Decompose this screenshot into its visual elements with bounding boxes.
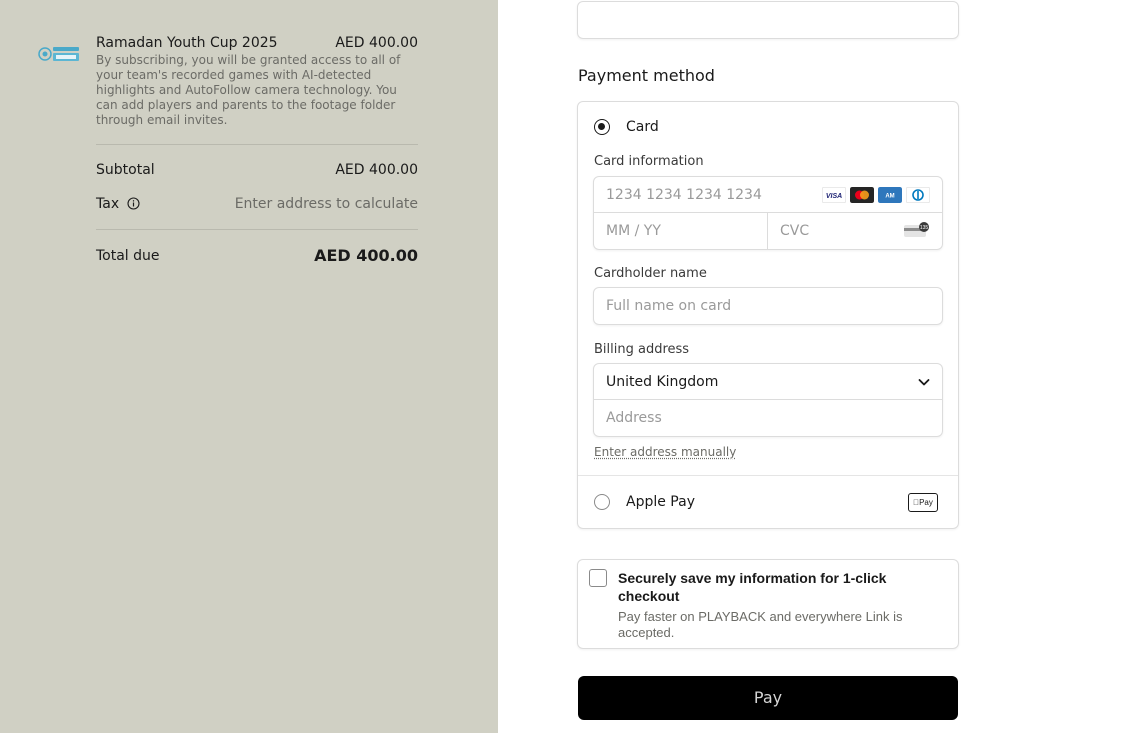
card-number-placeholder: 1234 1234 1234 1234: [606, 187, 762, 203]
address-input[interactable]: Address: [594, 400, 942, 436]
total-label: Total due: [96, 248, 160, 264]
tax-row: Tax: [96, 196, 140, 212]
info-icon[interactable]: [127, 197, 140, 210]
visa-icon: VISA: [822, 187, 846, 203]
amex-icon: AM: [878, 187, 902, 203]
cardholder-placeholder: Full name on card: [606, 298, 732, 314]
expiry-placeholder: MM / YY: [606, 223, 661, 239]
billing-address-group: United Kingdom Address: [593, 363, 943, 437]
save-info-subtitle: Pay faster on PLAYBACK and everywhere Li…: [618, 609, 903, 640]
diners-icon: [906, 187, 930, 203]
product-price: AED 400.00: [335, 35, 418, 51]
subtotal-label: Subtotal: [96, 162, 155, 178]
svg-text:AM: AM: [885, 194, 894, 200]
card-option-label[interactable]: Card: [626, 119, 659, 135]
top-input-field[interactable]: [577, 1, 959, 39]
enter-address-manually-link[interactable]: Enter address manually: [594, 445, 736, 459]
cvc-card-icon: 135: [904, 222, 929, 237]
product-name: Ramadan Youth Cup 2025: [96, 35, 278, 51]
svg-text:135: 135: [920, 225, 929, 231]
tax-label: Tax: [96, 196, 120, 212]
total-divider: [96, 229, 418, 230]
pay-button[interactable]: Pay: [578, 676, 958, 720]
save-info-box: Securely save my information for 1-click…: [577, 559, 959, 649]
card-radio[interactable]: [594, 119, 610, 135]
card-information-label: Card information: [594, 154, 704, 169]
total-value: AED 400.00: [314, 246, 418, 265]
expiry-input[interactable]: MM / YY: [594, 213, 768, 249]
cvc-input[interactable]: CVC 135: [768, 213, 942, 249]
payment-form-panel: Payment method Card Card information 123…: [498, 0, 1132, 733]
product-description: By subscribing, you will be granted acce…: [96, 53, 401, 127]
tax-value: Enter address to calculate: [234, 196, 418, 212]
card-number-input[interactable]: 1234 1234 1234 1234 VISA AM: [594, 177, 942, 213]
country-value: United Kingdom: [606, 374, 719, 390]
apple-pay-label[interactable]: Apple Pay: [626, 494, 695, 510]
cardholder-name-input[interactable]: Full name on card: [593, 287, 943, 325]
card-brands: VISA AM: [822, 187, 930, 203]
apple-pay-icon: Pay: [908, 493, 938, 512]
summary-divider: [96, 144, 418, 145]
svg-text:VISA: VISA: [826, 193, 842, 200]
apple-pay-radio[interactable]: [594, 494, 610, 510]
tournament-logo-icon: [38, 47, 79, 61]
address-placeholder: Address: [606, 410, 662, 426]
billing-address-label: Billing address: [594, 342, 690, 357]
payment-method-title: Payment method: [578, 66, 715, 85]
payment-option-divider: [578, 475, 958, 476]
chevron-down-icon: [918, 379, 930, 386]
save-info-title[interactable]: Securely save my information for 1-click…: [618, 569, 938, 605]
card-information-group: 1234 1234 1234 1234 VISA AM MM / YY CVC …: [593, 176, 943, 250]
order-summary-panel: Ramadan Youth Cup 2025 AED 400.00 By sub…: [0, 0, 498, 733]
mastercard-icon: [850, 187, 874, 203]
cvc-placeholder: CVC: [780, 223, 810, 239]
apple-pay-badge-text: Pay: [916, 498, 933, 507]
country-select[interactable]: United Kingdom: [594, 364, 942, 400]
subtotal-value: AED 400.00: [335, 162, 418, 178]
cardholder-name-label: Cardholder name: [594, 266, 707, 281]
save-info-checkbox[interactable]: [589, 569, 607, 587]
payment-method-box: Card Card information 1234 1234 1234 123…: [577, 101, 959, 529]
